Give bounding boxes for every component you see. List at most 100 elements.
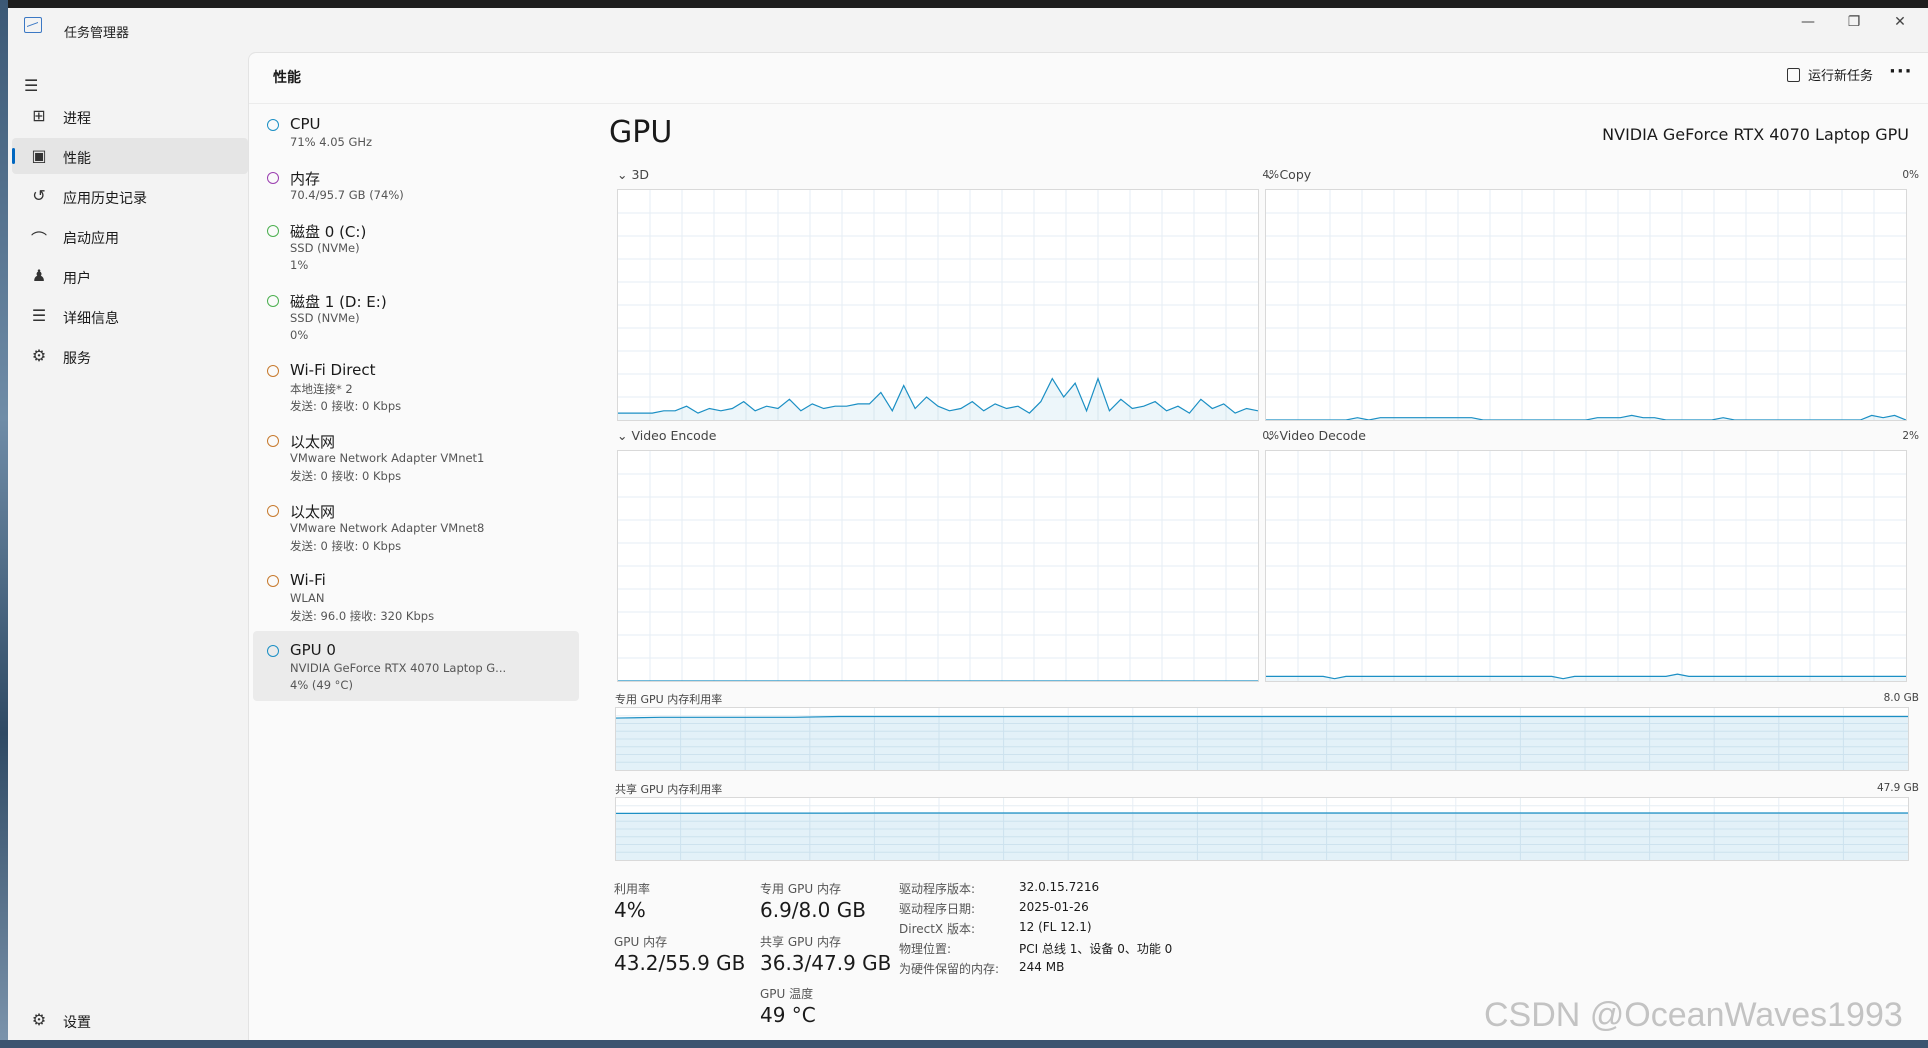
device-detail: 70.4/95.7 GB (74%) [290,188,404,202]
device-detail: 71% 4.05 GHz [290,135,373,149]
title-bar[interactable]: 任务管理器 — ❐ ✕ [8,8,1928,52]
device-detail-2: 发送: 0 接收: 0 Kbps [290,469,402,483]
info-value: 244 MB [1019,960,1065,974]
chevron-down-icon: ⌄ [617,428,632,443]
device-detail-2: 0% [290,328,309,342]
utilization-value: 4% [614,898,646,922]
sidebar-item-processes[interactable]: ⊞ 进程 [12,98,248,134]
gpu-memory-value: 43.2/55.9 GB [614,951,746,975]
users-icon: ♟ [31,266,47,285]
gpu-heading: GPU [609,115,673,150]
run-new-task-button[interactable]: 运行新任务 [1787,65,1873,84]
engine-copy-graph [1265,189,1907,421]
details-icon: ☰ [31,306,47,325]
engine-3d-label[interactable]: ⌄ 3D [617,167,649,182]
watermark: CSDN @OceanWaves1993 [1484,996,1903,1034]
engine-copy-percent: 0% [1902,169,1919,181]
engine-video-encode-label[interactable]: ⌄ Video Encode [617,428,716,443]
device-detail-2: 1% [290,258,309,272]
device-detail: VMware Network Adapter VMnet8 [290,521,485,535]
device-detail-2: 4% (49 °C) [290,678,353,692]
device-item[interactable]: 磁盘 0 (C:) SSD (NVMe) 1% [253,211,579,281]
shared-memory-series-area [616,813,1908,860]
chevron-down-icon: ⌄ [1265,167,1280,182]
device-status-icon [267,365,279,377]
desktop-top-edge [0,0,1928,8]
device-detail: 本地连接* 2 [290,382,353,396]
shared-memory-graph [615,797,1909,861]
minimize-button[interactable]: — [1788,14,1828,30]
engine-copy-label[interactable]: ⌄ Copy [1265,167,1311,182]
sidebar-item-settings[interactable]: ⚙ 设置 [12,1002,248,1038]
sidebar-item-label: 用户 [63,271,91,287]
sidebar-item-details[interactable]: ☰ 详细信息 [12,298,248,334]
device-item[interactable]: 磁盘 1 (D: E:) SSD (NVMe) 0% [253,281,579,351]
sidebar-item-users[interactable]: ♟ 用户 [12,258,248,294]
task-manager-window: 任务管理器 — ❐ ✕ ☰ ⊞ 进程 ▣ 性能 ↺ 应用历史记录 ⌒ 启动应用 ♟ 用户 ☰ 详细信息… [8,8,1928,1041]
sidebar-item-startup[interactable]: ⌒ 启动应用 [12,218,248,254]
utilization-label: 利用率 [614,882,651,896]
dedicated-memory-max: 8.0 GB [1883,692,1919,704]
shared-gpu-memory-label: 共享 GPU 内存 [760,935,841,949]
device-name: 内存 [290,170,321,188]
close-button[interactable]: ✕ [1880,14,1920,30]
engine-3d-graph [617,189,1259,421]
task-manager-app-icon [24,17,42,33]
device-item[interactable]: Wi-Fi WLAN 发送: 96.0 接收: 320 Kbps [253,561,579,631]
hamburger-menu-icon[interactable]: ☰ [24,76,38,95]
app-history-icon: ↺ [32,186,46,205]
device-detail: SSD (NVMe) [290,241,360,255]
device-item[interactable]: GPU 0 NVIDIA GeForce RTX 4070 Laptop G...… [253,631,579,701]
engine-video-decode-graph [1265,450,1907,682]
device-status-icon [267,295,279,307]
info-value: 12 (FL 12.1) [1019,920,1092,934]
dedicated-gpu-memory-label: 专用 GPU 内存 [760,882,841,896]
desktop-left-edge [0,0,8,1048]
services-icon: ⚙ [31,346,47,365]
dedicated-gpu-memory-value: 6.9/8.0 GB [760,898,866,922]
device-name: 以太网 [290,503,336,521]
shared-memory-max: 47.9 GB [1876,782,1919,794]
device-item[interactable]: Wi-Fi Direct 本地连接* 2 发送: 0 接收: 0 Kbps [253,351,579,421]
sidebar: ☰ ⊞ 进程 ▣ 性能 ↺ 应用历史记录 ⌒ 启动应用 ♟ 用户 ☰ 详细信息 ⚙ 服务 ⚙ 设置 [8,52,248,1040]
sidebar-item-label: 进程 [63,111,91,127]
info-key: 驱动程序版本: [899,882,976,896]
device-name: 以太网 [290,433,336,451]
device-status-icon [267,119,279,131]
engine-video-decode-label[interactable]: ⌄ Video Decode [1265,428,1366,443]
performance-icon: ▣ [31,146,47,165]
device-detail-2: 发送: 96.0 接收: 320 Kbps [290,609,435,623]
device-detail: NVIDIA GeForce RTX 4070 Laptop G... [290,661,507,675]
sidebar-item-performance[interactable]: ▣ 性能 [12,138,248,174]
page-title: 性能 [273,70,301,86]
settings-icon: ⚙ [31,1010,47,1029]
device-item[interactable]: 以太网 VMware Network Adapter VMnet8 发送: 0 接收… [253,491,579,561]
device-status-icon [267,225,279,237]
device-item[interactable]: 以太网 VMware Network Adapter VMnet1 发送: 0 接收… [253,421,579,491]
sidebar-item-label: 启动应用 [63,231,119,247]
gpu-temperature-value: 49 °C [760,1003,816,1027]
sidebar-item-services[interactable]: ⚙ 服务 [12,338,248,374]
shared-memory-label: 共享 GPU 内存利用率 [615,783,723,796]
gpu-memory-label: GPU 内存 [614,935,668,949]
header-divider [249,103,1928,104]
device-detail: SSD (NVMe) [290,311,360,325]
device-detail: VMware Network Adapter VMnet1 [290,451,485,465]
info-key: 物理位置: [899,942,952,956]
device-name: 磁盘 1 (D: E:) [290,293,387,311]
maximize-button[interactable]: ❐ [1834,14,1874,30]
info-key: 驱动程序日期: [899,902,976,916]
device-name: 磁盘 0 (C:) [290,223,367,241]
run-task-icon [1787,68,1800,82]
startup-icon: ⌒ [30,230,47,249]
sidebar-item-label: 设置 [63,1015,91,1031]
device-status-icon [267,575,279,587]
chevron-down-icon: ⌄ [1265,428,1280,443]
info-value: 2025-01-26 [1019,900,1089,914]
more-options-button[interactable]: ··· [1889,61,1913,82]
sidebar-item-app-history[interactable]: ↺ 应用历史记录 [12,178,248,214]
gpu-temperature-label: GPU 温度 [760,987,814,1001]
dedicated-memory-graph [615,707,1909,771]
device-detail-2: 发送: 0 接收: 0 Kbps [290,539,402,553]
processes-icon: ⊞ [32,106,46,125]
